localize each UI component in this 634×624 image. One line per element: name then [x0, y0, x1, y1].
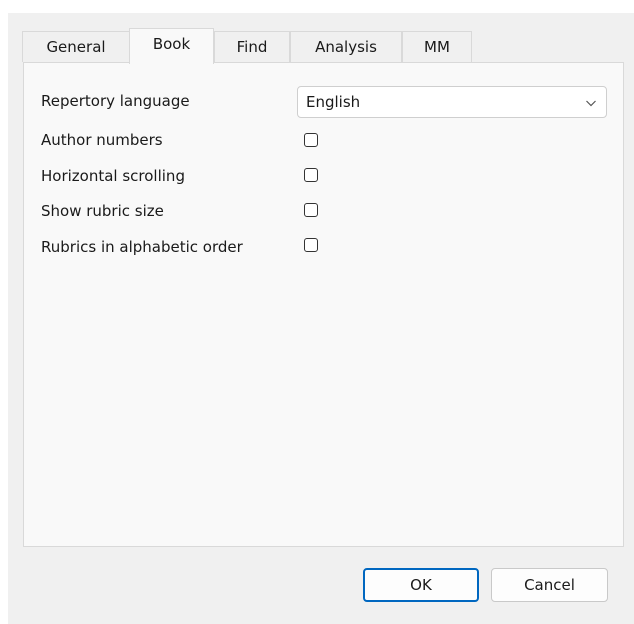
rubrics-alphabetic-label: Rubrics in alphabetic order	[41, 238, 243, 256]
author-numbers-checkbox[interactable]	[304, 133, 318, 147]
tab-mm[interactable]: MM	[402, 31, 472, 62]
tab-analysis[interactable]: Analysis	[290, 31, 402, 62]
author-numbers-label: Author numbers	[41, 131, 163, 149]
chevron-down-icon	[586, 100, 596, 107]
repertory-language-value: English	[306, 93, 361, 111]
ok-button[interactable]: OK	[363, 568, 479, 602]
horizontal-scrolling-checkbox[interactable]	[304, 168, 318, 182]
book-tab-panel: Repertory language English Author number…	[23, 62, 624, 547]
cancel-button[interactable]: Cancel	[491, 568, 608, 602]
tab-find[interactable]: Find	[214, 31, 290, 62]
repertory-language-select[interactable]: English	[297, 86, 607, 118]
preferences-dialog: General Book Find Analysis MM Repertory …	[8, 13, 634, 624]
rubrics-alphabetic-checkbox[interactable]	[304, 238, 318, 252]
horizontal-scrolling-label: Horizontal scrolling	[41, 167, 185, 185]
tab-book[interactable]: Book	[129, 28, 214, 64]
show-rubric-size-label: Show rubric size	[41, 202, 164, 220]
repertory-language-label: Repertory language	[41, 92, 190, 110]
tab-general[interactable]: General	[22, 31, 130, 62]
show-rubric-size-checkbox[interactable]	[304, 203, 318, 217]
